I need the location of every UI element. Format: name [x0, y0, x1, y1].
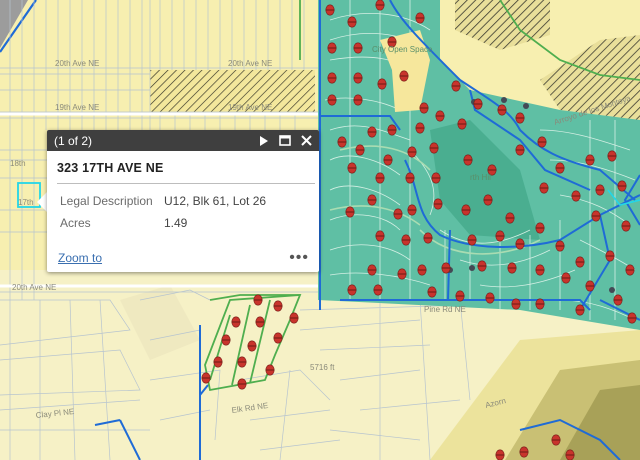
attribute-value: U12, Blk 61, Lot 26 — [164, 194, 267, 208]
play-icon[interactable] — [257, 134, 271, 148]
open-space-label: City Open Space — [372, 45, 433, 54]
popup-feature-count: (1 of 2) — [54, 133, 93, 148]
popup-toolbar — [257, 134, 319, 148]
zoom-to-link[interactable]: Zoom to — [58, 251, 102, 265]
street-label-18th: 18th — [10, 159, 26, 168]
street-label-20th: 20th Ave NE — [228, 59, 272, 68]
attribute-row: Legal Description U12, Blk 61, Lot 26 — [47, 190, 319, 212]
street-label-20th-west: 20th Ave NE — [55, 59, 99, 68]
popup-header: (1 of 2) — [47, 130, 319, 151]
street-label-pine: Pine Rd NE — [424, 305, 466, 314]
close-icon[interactable] — [299, 134, 313, 148]
popup-footer: Zoom to ••• — [58, 250, 309, 266]
feature-popup: (1 of 2) 323 17TH AVE NE Legal Descripti… — [47, 130, 319, 272]
popup-title: 323 17TH AVE NE — [57, 161, 164, 175]
attribute-table: Legal Description U12, Blk 61, Lot 26 Ac… — [47, 190, 319, 234]
north-hills-label: rth Hil — [470, 173, 491, 182]
attribute-key: Legal Description — [60, 194, 153, 208]
street-label-19th: 19th Ave NE — [228, 103, 272, 112]
popup-pointer — [37, 192, 47, 212]
street-label-19th-west: 19th Ave NE — [55, 103, 99, 112]
attribute-row: Acres 1.49 — [47, 212, 319, 234]
more-options-icon[interactable]: ••• — [289, 250, 309, 266]
elevation-label: 5716 ft — [310, 363, 335, 372]
attribute-key: Acres — [60, 216, 91, 230]
parcel-label-17th: 17th — [18, 198, 34, 207]
maximize-icon[interactable] — [278, 134, 292, 148]
popup-divider — [57, 183, 315, 184]
attribute-value: 1.49 — [164, 216, 188, 230]
street-label-20th-south: 20th Ave NE — [12, 283, 56, 292]
